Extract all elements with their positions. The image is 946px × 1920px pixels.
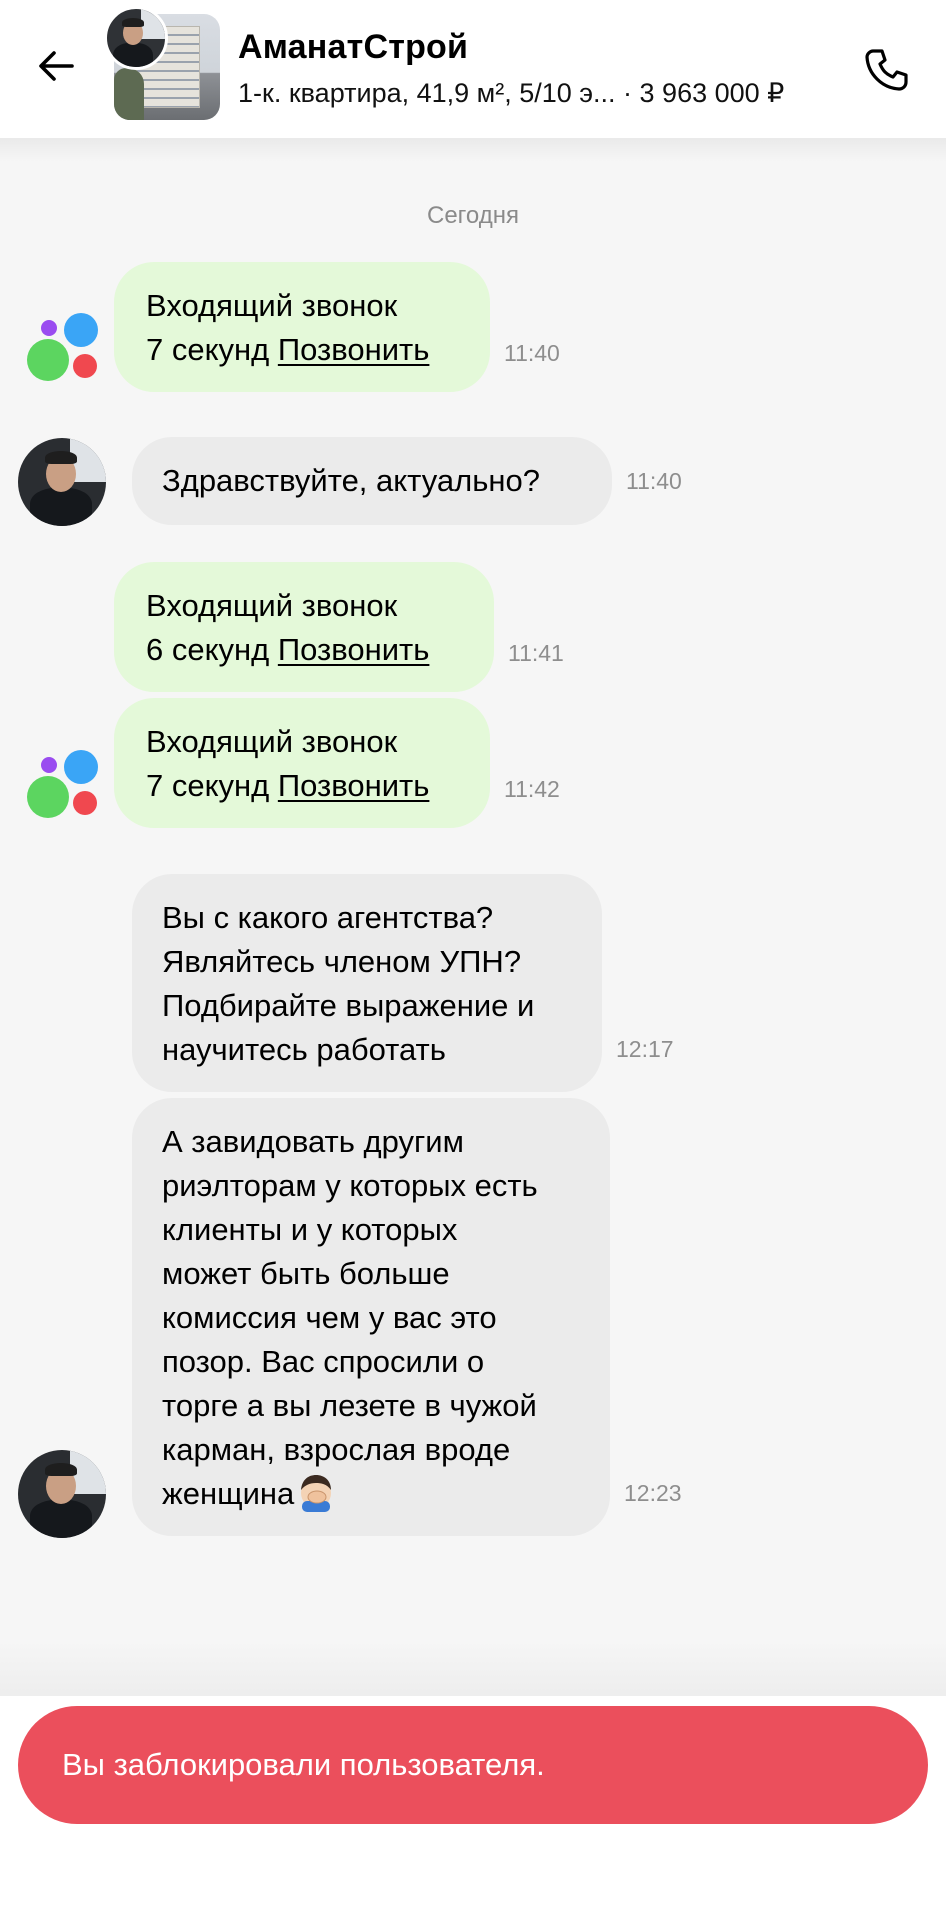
message-text: Подбирайте выражение и [162,988,535,1023]
callback-link[interactable]: Позвонить [278,632,430,667]
incoming-call-bubble: Входящий звонок 7 секунд Позвонить [114,262,490,392]
incoming-call-bubble: Входящий звонок 6 секунд Позвонить [114,562,494,692]
message-time: 11:40 [626,468,682,494]
callback-link[interactable]: Позвонить [278,768,430,803]
message-text: Вы с какого агентства? [162,900,494,935]
back-button[interactable] [32,42,80,90]
blocked-user-toast: Вы заблокировали пользователя. [18,1706,928,1824]
call-title: Входящий звонок [146,588,398,623]
message-time: 11:41 [508,640,564,666]
message-text: Являйтесь членом УПН? [162,944,522,979]
toast-text: Вы заблокировали пользователя. [62,1747,545,1782]
call-duration: 6 секунд [146,632,270,667]
back-arrow-icon [39,51,74,81]
avito-logo-icon [27,313,98,381]
message-bubble: Вы с какого агентства? Являйтесь членом … [132,874,602,1092]
message-time: 11:40 [504,340,560,366]
message-text: Здравствуйте, актуально? [162,463,540,498]
seller-name[interactable]: АманатСтрой [238,28,468,67]
facepalm-emoji-icon [301,1475,332,1512]
message-text: женщина [162,1476,295,1511]
user-avatar[interactable] [18,438,106,526]
message-time: 12:23 [624,1480,682,1506]
message-bubble: А завидовать другим риэлторам у которых … [132,1098,610,1536]
user-avatar[interactable] [18,1450,106,1538]
call-duration: 7 секунд [146,332,270,367]
call-button[interactable] [860,44,912,96]
message-text: научитесь работать [162,1032,446,1067]
seller-avatar[interactable] [104,6,168,70]
message-text: А завидовать другим [162,1124,464,1159]
call-title: Входящий звонок [146,724,398,759]
listing-summary[interactable]: 1-к. квартира, 41,9 м², 5/10 э... · 3 96… [238,78,784,109]
message-text: торге а вы лезете в чужой [162,1388,537,1423]
avito-logo-icon [27,750,98,818]
message-text: клиенты и у которых [162,1212,458,1247]
message-time: 12:17 [616,1036,674,1062]
message-time: 11:42 [504,776,560,802]
chat-header: АманатСтрой 1-к. квартира, 41,9 м², 5/10… [0,0,946,138]
message-text: риэлторам у которых есть [162,1168,538,1203]
message-bubble: Здравствуйте, актуально? [132,437,612,525]
callback-link[interactable]: Позвонить [278,332,430,367]
message-text: может быть больше [162,1256,450,1291]
phone-icon [865,49,908,91]
call-duration: 7 секунд [146,768,270,803]
call-title: Входящий звонок [146,288,398,323]
date-separator: Сегодня [427,202,519,229]
message-text: карман, взрослая вроде [162,1432,511,1467]
message-text: комиссия чем у вас это [162,1300,497,1335]
message-text: позор. Вас спросили о [162,1344,485,1379]
incoming-call-bubble: Входящий звонок 7 секунд Позвонить [114,698,490,828]
